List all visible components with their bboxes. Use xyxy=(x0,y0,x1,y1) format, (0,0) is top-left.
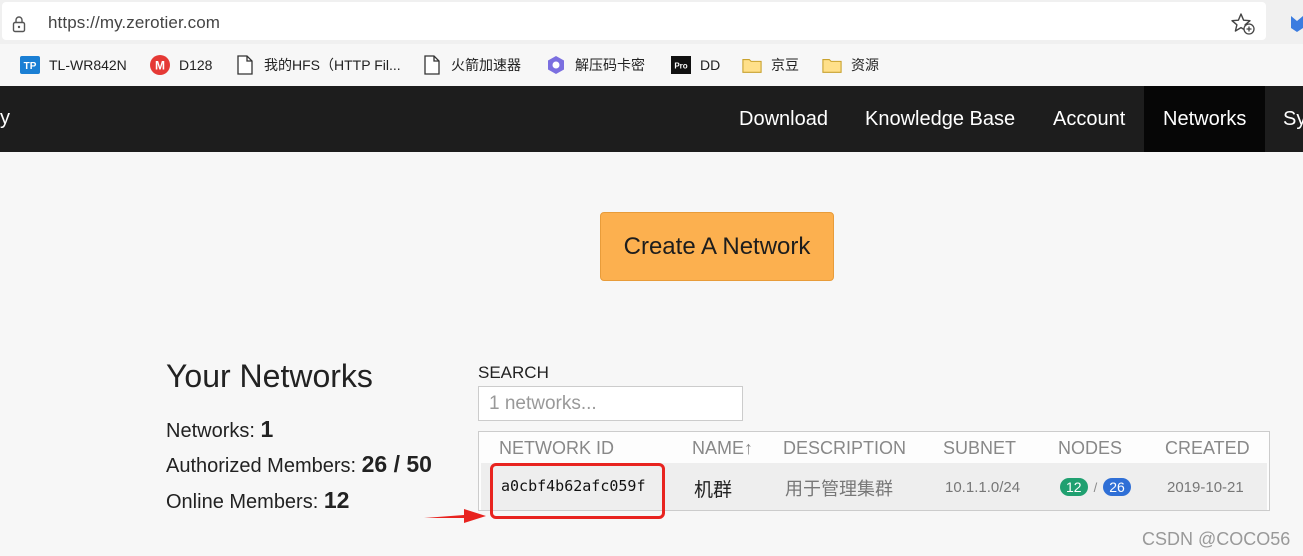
nav-label: Knowledge Base xyxy=(865,107,1016,130)
nodes-online-badge: 12 xyxy=(1060,478,1088,496)
authorized-members: Authorized Members: 26 / 50 xyxy=(166,451,432,478)
bookmark-label: DD xyxy=(700,57,721,73)
url-text[interactable]: https://my.zerotier.com xyxy=(48,13,220,33)
nav-label: Account xyxy=(1053,107,1126,130)
svg-text:M: M xyxy=(155,59,165,73)
bookmark-label: 解压码卡密 xyxy=(575,57,645,73)
network-description: 用于管理集群 xyxy=(785,479,893,499)
header-created[interactable]: CREATED xyxy=(1165,438,1250,459)
pro-icon: Pro xyxy=(671,55,691,75)
online-members: Online Members: 12 xyxy=(166,487,349,514)
nav-label: Download xyxy=(739,107,828,130)
bookmark-label: 火箭加速器 xyxy=(451,57,521,73)
nodes-separator: / xyxy=(1093,479,1098,495)
svg-text:TP: TP xyxy=(24,61,37,72)
annotation-highlight-box xyxy=(490,463,665,519)
nodes-total-badge: 26 xyxy=(1103,478,1131,496)
star-plus-icon[interactable] xyxy=(1230,12,1256,36)
nav-label: Sy xyxy=(1283,107,1303,130)
network-subnet: 10.1.1.0/24 xyxy=(945,479,1021,496)
header-nodes[interactable]: NODES xyxy=(1058,438,1122,459)
header-subnet[interactable]: SUBNET xyxy=(943,438,1016,459)
header-description[interactable]: DESCRIPTION xyxy=(783,438,906,459)
nav-sy[interactable]: Sy xyxy=(1265,86,1303,152)
networks-count: Networks: 1 xyxy=(166,416,273,443)
network-created: 2019-10-21 xyxy=(1167,479,1244,496)
m-logo-icon: M xyxy=(150,55,170,75)
bookmark-rocket[interactable]: 火箭加速器 xyxy=(422,44,521,86)
nav-account[interactable]: Account xyxy=(1034,86,1144,152)
extension-icon[interactable] xyxy=(1288,12,1303,32)
nav-label: Networks xyxy=(1163,107,1247,130)
svg-text:Pro: Pro xyxy=(674,62,687,71)
bookmark-jingdou[interactable]: 京豆 xyxy=(742,44,799,86)
bookmark-label: TL-WR842N xyxy=(49,57,127,73)
watermark: CSDN @COCO56 xyxy=(1142,529,1291,549)
site-nav: y Download Knowledge Base Account Networ… xyxy=(0,86,1303,152)
online-label: Online Members: xyxy=(166,491,319,513)
bookmark-hfs[interactable]: 我的HFS（HTTP Fil... xyxy=(235,44,401,86)
hexagon-icon xyxy=(546,55,566,75)
nav-download[interactable]: Download xyxy=(720,86,847,152)
your-networks-title: Your Networks xyxy=(166,358,373,394)
browser-address-bar: https://my.zerotier.com xyxy=(0,0,1303,44)
search-label: SEARCH xyxy=(478,363,549,382)
header-name[interactable]: NAME↑ xyxy=(692,438,753,459)
authorized-label: Authorized Members: xyxy=(166,455,357,477)
bookmark-tl-wr842n[interactable]: TP TL-WR842N xyxy=(20,44,127,86)
folder-icon xyxy=(742,55,762,75)
authorized-value: 26 / 50 xyxy=(361,451,432,477)
nav-networks[interactable]: Networks xyxy=(1144,86,1265,152)
tp-link-icon: TP xyxy=(20,55,40,75)
nav-logo-edge[interactable]: y xyxy=(0,107,10,130)
bookmark-resources[interactable]: 资源 xyxy=(822,44,879,86)
bookmark-dd[interactable]: Pro DD xyxy=(671,44,720,86)
bookmark-label: 我的HFS（HTTP Fil... xyxy=(264,57,401,73)
search-input[interactable] xyxy=(478,386,743,421)
page-icon xyxy=(235,55,255,75)
network-name[interactable]: 机群 xyxy=(694,475,732,502)
folder-icon xyxy=(822,55,842,75)
bookmark-label: 京豆 xyxy=(771,57,799,73)
bookmark-unzip-code[interactable]: 解压码卡密 xyxy=(546,44,645,86)
network-nodes: 12 / 26 xyxy=(1060,478,1131,496)
lock-icon[interactable] xyxy=(12,15,26,33)
bookmark-label: D128 xyxy=(179,57,213,73)
header-network-id[interactable]: NETWORK ID xyxy=(499,438,614,459)
create-network-button[interactable]: Create A Network xyxy=(600,212,834,281)
online-value: 12 xyxy=(323,487,350,513)
page-icon xyxy=(422,55,442,75)
networks-label: Networks: xyxy=(166,420,255,442)
url-box[interactable]: https://my.zerotier.com xyxy=(2,2,1266,40)
bookmarks-bar: TP TL-WR842N M D128 我的HFS（HTTP Fil... 火箭… xyxy=(0,44,1303,86)
networks-value: 1 xyxy=(260,416,274,442)
nav-knowledge-base[interactable]: Knowledge Base xyxy=(846,86,1034,152)
annotation-arrow-icon xyxy=(424,509,486,523)
bookmark-label: 资源 xyxy=(851,57,879,73)
bookmark-d128[interactable]: M D128 xyxy=(150,44,212,86)
